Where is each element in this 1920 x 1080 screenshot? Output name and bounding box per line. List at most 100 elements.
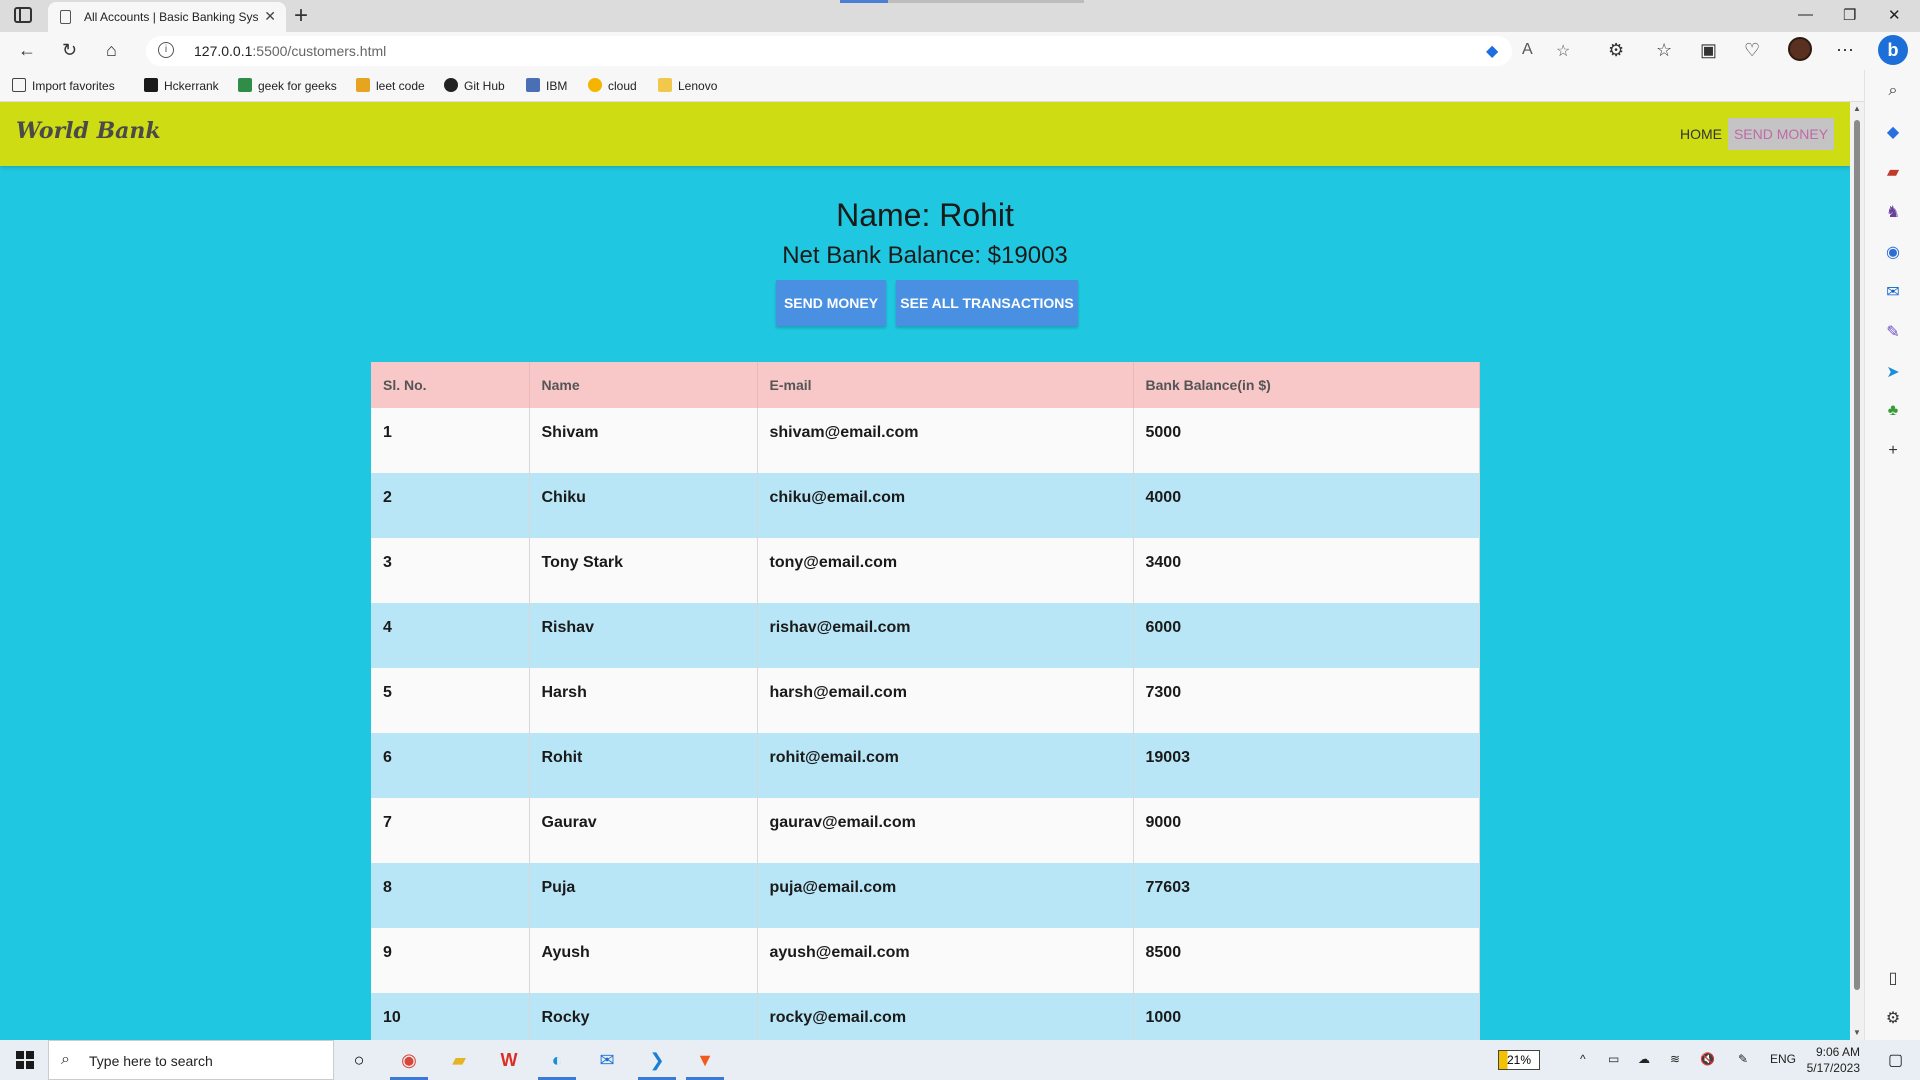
cell-sl-no: 9: [371, 928, 530, 993]
edge-sidebar: ⌕ ◆ ▰ ♞ ◉ ✉ ✎ ➤ ♣ + ▯ ⚙: [1864, 70, 1920, 1040]
fav-leet-code[interactable]: leet code: [356, 78, 425, 93]
table-row: 9 Ayush ayush@email.com 8500: [371, 928, 1480, 993]
close-window-icon[interactable]: ✕: [1888, 6, 1901, 24]
collections-icon[interactable]: ▣: [1700, 40, 1717, 61]
cell-bank-balance: 77603: [1133, 863, 1480, 928]
browser-essentials-icon[interactable]: ♡: [1744, 40, 1760, 61]
address-bar[interactable]: i 127.0.0.1:5500/customers.html ◆ A ☆: [146, 36, 1570, 66]
wifi-icon[interactable]: ≋: [1670, 1052, 1680, 1066]
show-hidden-icons[interactable]: ^: [1580, 1052, 1586, 1066]
profile-avatar[interactable]: [1788, 37, 1812, 61]
settings-more-icon[interactable]: ⋯: [1836, 40, 1854, 61]
mail-icon[interactable]: ✉: [592, 1046, 622, 1074]
cell-bank-balance: 5000: [1133, 408, 1480, 473]
meet-now-icon[interactable]: ▭: [1608, 1052, 1619, 1066]
designer-icon[interactable]: ✎: [1883, 322, 1903, 342]
brave-icon[interactable]: ▼: [686, 1046, 724, 1080]
scrollbar-thumb[interactable]: [1854, 120, 1860, 990]
pen-icon[interactable]: ✎: [1738, 1052, 1748, 1066]
brand-logo[interactable]: World Bank: [16, 118, 161, 144]
fav-git-hub[interactable]: Git Hub: [444, 78, 505, 93]
cell-name: Gaurav: [529, 798, 758, 863]
scroll-down-icon[interactable]: ▼: [1853, 1028, 1861, 1037]
clock[interactable]: 9:06 AM 5/17/2023: [1788, 1044, 1860, 1076]
coupon-tag-icon[interactable]: ◆: [1486, 41, 1498, 61]
onedrive-icon[interactable]: ☁: [1638, 1052, 1650, 1066]
extensions-icon[interactable]: ⚙: [1608, 40, 1624, 61]
site-navbar: World Bank HOME SEND MONEY: [0, 102, 1850, 166]
minimize-icon[interactable]: —: [1798, 6, 1813, 23]
fav-ibm[interactable]: IBM: [526, 78, 567, 93]
back-icon[interactable]: ←: [18, 40, 36, 61]
clock-time: 9:06 AM: [1815, 1045, 1860, 1059]
windows-start-icon[interactable]: [16, 1051, 34, 1069]
header-name: Name: [529, 362, 758, 408]
wps-office-icon[interactable]: W: [494, 1046, 524, 1074]
add-icon[interactable]: +: [1883, 442, 1903, 462]
tools-icon[interactable]: ▰: [1883, 162, 1903, 182]
ibm-icon: [526, 78, 540, 92]
fav-lenovo[interactable]: Lenovo: [658, 78, 717, 93]
fav-geek-for-geeks[interactable]: geek for geeks: [238, 78, 337, 93]
chrome-icon[interactable]: ◉: [390, 1046, 428, 1080]
nav-home-link[interactable]: HOME: [1680, 126, 1722, 142]
table-row: 1 Shivam shivam@email.com 5000: [371, 408, 1480, 473]
cell-email: rishav@email.com: [757, 603, 1134, 668]
nav-send-money-link[interactable]: SEND MONEY: [1728, 118, 1834, 150]
battery-indicator[interactable]: 21%: [1498, 1050, 1540, 1070]
cortana-icon[interactable]: ○: [344, 1046, 374, 1074]
search-icon[interactable]: ⌕: [1883, 82, 1903, 102]
fav-import-favorites[interactable]: Import favorites: [12, 78, 115, 93]
cell-name: Chiku: [529, 473, 758, 538]
bing-chat-icon[interactable]: b: [1878, 35, 1908, 65]
page-scrollbar[interactable]: ▲ ▼: [1850, 102, 1864, 1040]
close-tab-icon[interactable]: ✕: [264, 8, 276, 25]
microsoft-365-icon[interactable]: ◉: [1883, 242, 1903, 262]
games-icon[interactable]: ♞: [1883, 202, 1903, 222]
file-explorer-icon[interactable]: ▰: [444, 1046, 474, 1074]
browser-tab[interactable]: All Accounts | Basic Banking Syst ✕: [48, 2, 286, 32]
cell-name: Puja: [529, 863, 758, 928]
restore-icon[interactable]: ❐: [1843, 6, 1856, 24]
favorites-icon[interactable]: ☆: [1656, 40, 1672, 61]
fav-cloud[interactable]: cloud: [588, 78, 637, 93]
see-all-transactions-button[interactable]: SEE ALL TRANSACTIONS: [896, 280, 1078, 326]
add-favorite-icon[interactable]: ☆: [1556, 41, 1570, 61]
tab-actions-icon[interactable]: [14, 7, 32, 23]
sidebar-toggle-icon[interactable]: ▯: [1883, 968, 1903, 988]
browser-toolbar: ← ↻ ⌂ i 127.0.0.1:5500/customers.html ◆ …: [0, 32, 1920, 70]
table-row: 10 Rocky rocky@email.com 1000: [371, 993, 1480, 1040]
cell-email: ayush@email.com: [757, 928, 1134, 993]
edge-icon[interactable]: ◐: [538, 1046, 576, 1080]
vscode-icon[interactable]: ❯: [638, 1046, 676, 1080]
cell-sl-no: 1: [371, 408, 530, 473]
table-row: 8 Puja puja@email.com 77603: [371, 863, 1480, 928]
url-text[interactable]: 127.0.0.1:5500/customers.html: [194, 43, 386, 59]
cell-sl-no: 8: [371, 863, 530, 928]
new-tab-icon[interactable]: +: [294, 2, 308, 30]
refresh-icon[interactable]: ↻: [62, 40, 77, 61]
read-aloud-icon[interactable]: A: [1522, 41, 1533, 59]
scroll-up-icon[interactable]: ▲: [1853, 104, 1861, 113]
fav-hckerrank[interactable]: Hckerrank: [144, 78, 219, 93]
tree-icon[interactable]: ♣: [1883, 402, 1903, 422]
send-icon[interactable]: ➤: [1883, 362, 1903, 382]
cell-bank-balance: 4000: [1133, 473, 1480, 538]
outlook-icon[interactable]: ✉: [1883, 282, 1903, 302]
cell-email: shivam@email.com: [757, 408, 1134, 473]
shopping-icon[interactable]: ◆: [1883, 122, 1903, 142]
table-row: 2 Chiku chiku@email.com 4000: [371, 473, 1480, 538]
send-money-button[interactable]: SEND MONEY: [776, 280, 886, 326]
site-info-icon[interactable]: i: [158, 42, 174, 58]
volume-muted-icon[interactable]: 🔇: [1700, 1052, 1715, 1066]
gear-icon[interactable]: ⚙: [1883, 1008, 1903, 1028]
cell-email: puja@email.com: [757, 863, 1134, 928]
table-row: 6 Rohit rohit@email.com 19003: [371, 733, 1480, 798]
table-header-row: Sl. No. Name E-mail Bank Balance(in $): [371, 362, 1480, 408]
table-row: 4 Rishav rishav@email.com 6000: [371, 603, 1480, 668]
notifications-icon[interactable]: ▢: [1888, 1050, 1903, 1070]
tab-strip-indicator-track: [888, 0, 1084, 3]
github-icon: [444, 78, 458, 92]
home-icon[interactable]: ⌂: [106, 40, 117, 61]
taskbar-search[interactable]: ⌕ Type here to search: [48, 1040, 334, 1080]
